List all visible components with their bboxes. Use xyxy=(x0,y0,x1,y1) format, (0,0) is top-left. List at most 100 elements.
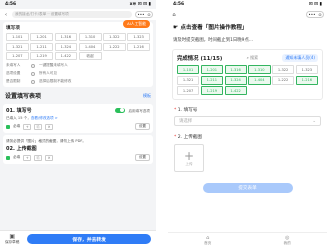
mini-program-capsule[interactable]: ••• ⊙ xyxy=(135,11,153,18)
radio-row[interactable]: 未填写人 一键提醒未填写人 xyxy=(6,63,150,68)
ai-button[interactable]: AI人工智能 xyxy=(123,20,150,28)
completion-cell[interactable]: 1-219 xyxy=(200,86,223,95)
more-icon[interactable]: ••• xyxy=(308,12,315,17)
tab-home[interactable]: ⌂ 首页 xyxy=(204,235,211,246)
completion-cell[interactable]: 1-211 xyxy=(200,75,223,85)
required-mark: * xyxy=(174,135,177,140)
question-label: * 2. 上传截图 xyxy=(174,134,321,140)
room-cell[interactable]: 1-404 xyxy=(78,42,102,51)
checkbox-icon[interactable] xyxy=(6,124,10,129)
add-button[interactable]: + xyxy=(23,123,32,130)
room-cell[interactable]: 1-316 xyxy=(54,33,78,41)
home-icon[interactable]: ⌂ xyxy=(171,12,177,18)
mini-program-capsule[interactable]: ••• ⊙ xyxy=(306,11,324,18)
required-mark: * xyxy=(174,108,177,113)
completion-cell[interactable]: 1-323 xyxy=(295,65,318,74)
room-cell[interactable]: 1-422 xyxy=(54,52,78,60)
plus-icon: + xyxy=(183,148,195,163)
notify-unfilled-button[interactable]: 通知未填人员(4) xyxy=(282,54,318,62)
completion-cell[interactable]: 1-321 xyxy=(177,75,200,85)
room-cell[interactable]: 1-322 xyxy=(103,33,126,41)
question-card-2: 请务必提供「图片」格式的截图，请勿上传 PDF。 02. 上传截图 必填 + ⎘… xyxy=(3,135,153,164)
back-icon[interactable]: ‹ xyxy=(3,12,9,18)
template-link[interactable]: 模板 xyxy=(143,93,151,99)
radio-circle-icon[interactable] xyxy=(31,63,35,68)
tutorial-banner-text[interactable]: 点击查看「图片操作教程」 xyxy=(180,23,247,31)
question-2: * 2. 上传截图 + 上传 xyxy=(168,130,327,176)
status-icons: ⅹ⊜ ⊡ ⊡ ▮ xyxy=(129,2,151,7)
completion-cell[interactable]: 1-101 xyxy=(177,65,200,74)
participant-card: AI人工智能 填写项 1-101 1-201 1-316 1-310 1-322… xyxy=(3,20,153,87)
publish-button[interactable]: 保存，并去转发 xyxy=(27,234,151,244)
right-phone-screen: 4:56 ⊡ ⊡ ▮ ⌂ ••• ⊙ ☛ 点击查看「图片操作教程」 请及时提交截… xyxy=(168,0,327,247)
delete-button[interactable]: ✕ xyxy=(45,123,54,130)
completion-cell[interactable]: 1-207 xyxy=(177,86,200,95)
room-cell[interactable]: 1-323 xyxy=(127,33,150,41)
completion-cell[interactable]: 1-404 xyxy=(248,75,271,85)
room-cell[interactable]: 1-324 xyxy=(54,42,78,51)
room-grid: 1-101 1-201 1-316 1-310 1-322 1-323 1-32… xyxy=(6,33,150,60)
form-description: 请及时提交截图，时间截止到1日晚9点... xyxy=(173,38,254,43)
radio-row[interactable]: 是否限制 选择后限制不能修改 xyxy=(6,79,150,84)
room-select[interactable]: 请选择 ⌄ xyxy=(174,116,321,126)
radio-circle-icon[interactable] xyxy=(31,79,35,84)
save-draft-label: 保存草稿 xyxy=(5,239,20,244)
completion-cell[interactable]: 1-316 xyxy=(224,65,247,74)
tab-label: 首页 xyxy=(204,240,212,245)
delete-button[interactable]: ✕ xyxy=(45,154,54,161)
completion-cell[interactable]: 1-310 xyxy=(248,65,271,74)
save-draft-button[interactable]: ▣ 保存草稿 xyxy=(5,233,20,245)
question-options: 必填 + ⎘ ✕ 设置 xyxy=(6,123,150,130)
settings-button[interactable]: 设置 xyxy=(134,123,150,130)
room-cell[interactable]: 1-216 xyxy=(127,42,150,51)
room-cell[interactable]: 1-201 xyxy=(30,33,53,41)
options-count: 已填入 15 个， xyxy=(6,116,31,120)
enable-options[interactable]: 启用填写选项 xyxy=(114,107,150,114)
copy-button[interactable]: ⎘ xyxy=(34,154,43,161)
room-cell[interactable]: 1-211 xyxy=(30,42,53,51)
close-target-icon[interactable]: ⊙ xyxy=(318,12,321,17)
room-cell[interactable]: 1-222 xyxy=(103,42,126,51)
room-cell[interactable]: 1-321 xyxy=(6,42,29,51)
tab-bar: ⌂ 首页 ◎ 我的 xyxy=(168,232,327,247)
settings-button[interactable]: 设置 xyxy=(134,154,150,161)
room-cell[interactable]: 1-310 xyxy=(78,33,102,41)
image-upload[interactable]: + 上传 xyxy=(174,144,204,172)
checkbox-icon[interactable] xyxy=(6,155,10,160)
close-target-icon[interactable]: ⊙ xyxy=(147,12,150,17)
completion-cell[interactable]: 1-201 xyxy=(200,65,223,74)
radio-row-value: 所有人可见 xyxy=(39,71,57,75)
page-path: 我的接龙/打卡/表单 ·· 设置填写项 xyxy=(12,11,132,18)
radio-row-label: 是否限制 xyxy=(6,79,21,83)
submit-button[interactable]: 提交表单 xyxy=(202,183,293,193)
collapse-button[interactable]: 收起 xyxy=(78,52,102,60)
radio-row-label: 选项设置 xyxy=(6,71,21,75)
toggle-label: 启用填写选项 xyxy=(128,108,150,113)
room-cell[interactable]: 1-219 xyxy=(30,52,53,60)
radio-row-label: 未填写人 xyxy=(6,63,21,67)
add-button[interactable]: + xyxy=(23,154,32,161)
radio-circle-icon[interactable] xyxy=(31,71,35,76)
tutorial-banner[interactable]: ☛ 点击查看「图片操作教程」 xyxy=(168,20,327,34)
completion-cell[interactable]: 1-324 xyxy=(224,75,247,85)
completion-cell[interactable]: 1-322 xyxy=(272,65,295,74)
question-1: * 1. 填写号 请选择 ⌄ xyxy=(168,103,327,130)
room-cell[interactable]: 1-101 xyxy=(6,33,29,41)
question-options: 必填 + ⎘ ✕ 设置 xyxy=(6,154,150,161)
radio-row-value: 一键提醒未填写人 xyxy=(39,63,68,67)
question-1-label: 1. 填写号 xyxy=(177,108,198,113)
room-cell[interactable]: 1-207 xyxy=(6,52,29,60)
toggle-switch[interactable] xyxy=(114,107,125,113)
completion-cell[interactable]: 1-422 xyxy=(224,86,247,95)
tab-mine[interactable]: ◎ 我的 xyxy=(284,235,291,246)
search-button[interactable]: ⌕ 搜索 xyxy=(247,55,259,61)
completion-cell[interactable]: 1-216 xyxy=(295,75,318,85)
select-placeholder: 请选择 xyxy=(179,119,193,124)
completion-cell[interactable]: 1-222 xyxy=(272,75,295,85)
edit-options-link[interactable]: 查看/修改选项 > xyxy=(31,116,58,120)
radio-row[interactable]: 选项设置 所有人可见 xyxy=(6,71,150,76)
more-icon[interactable]: ••• xyxy=(137,12,144,17)
required-label: 必填 xyxy=(13,124,21,128)
copy-button[interactable]: ⎘ xyxy=(34,123,43,130)
tab-label: 我的 xyxy=(283,240,291,245)
